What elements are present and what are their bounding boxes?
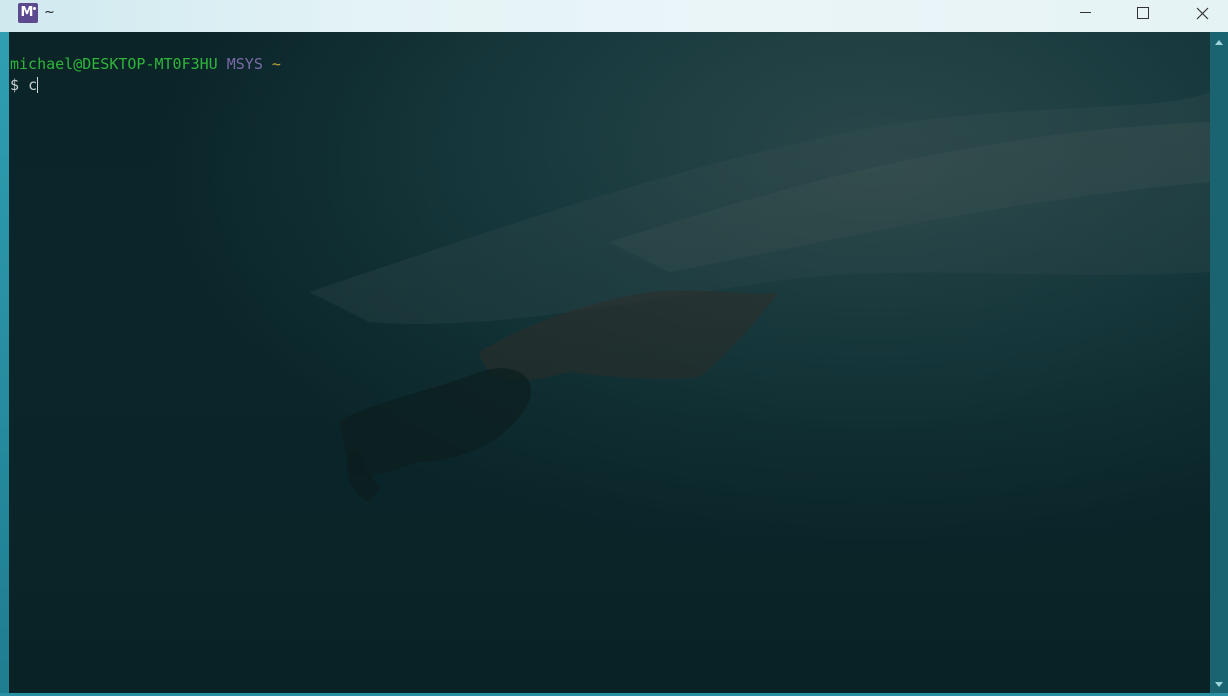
prompt-user-host: michael@DESKTOP-MT0F3HU	[10, 55, 218, 73]
scroll-down-icon[interactable]	[1215, 682, 1223, 687]
background-image	[9, 32, 1210, 693]
window-left-edge	[0, 32, 9, 693]
prompt-line: michael@DESKTOP-MT0F3HU MSYS ~	[10, 54, 281, 74]
terminal-window: M ~ michael@DESKTOP-MT0F3HU MSYS ~ $ c	[0, 0, 1228, 696]
scroll-up-icon[interactable]	[1215, 40, 1223, 45]
close-button[interactable]	[1173, 0, 1228, 28]
prompt-system: MSYS	[226, 55, 263, 73]
msys2-icon: M	[18, 3, 38, 23]
command-input[interactable]: c	[28, 76, 37, 94]
maximize-button[interactable]	[1114, 0, 1172, 28]
title-bar[interactable]: M ~	[0, 0, 1228, 32]
text-cursor	[37, 77, 39, 93]
terminal-area[interactable]	[9, 32, 1210, 693]
scrollbar[interactable]	[1210, 32, 1228, 693]
maximize-icon	[1137, 7, 1149, 19]
minimize-icon	[1079, 11, 1091, 13]
window-title: ~	[44, 5, 55, 20]
minimize-button[interactable]	[1056, 0, 1114, 28]
prompt-symbol: $	[10, 76, 20, 94]
close-icon	[1196, 7, 1208, 19]
prompt-cwd: ~	[271, 55, 281, 73]
command-line[interactable]: $ c	[10, 75, 39, 95]
